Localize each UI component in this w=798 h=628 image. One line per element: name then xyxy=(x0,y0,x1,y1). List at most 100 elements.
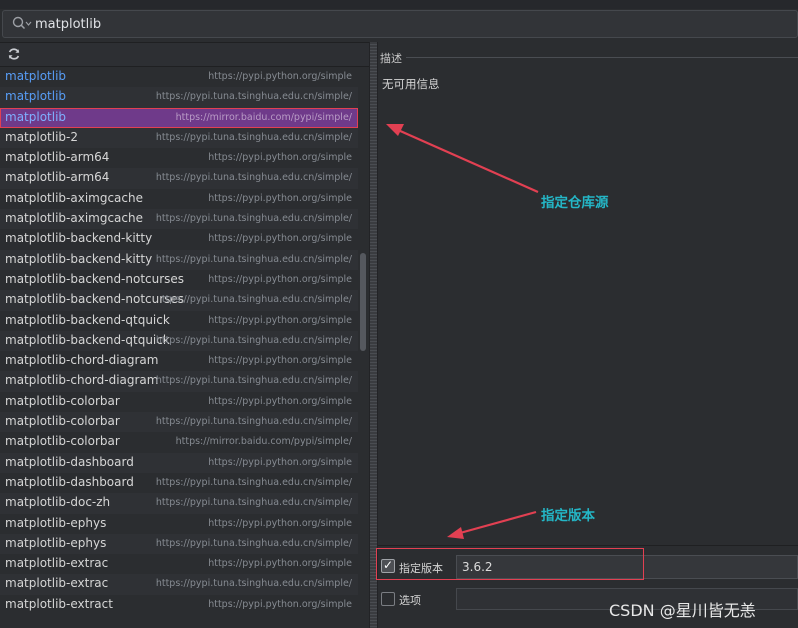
package-row[interactable]: matplotlib https://pypi.python.org/simple xyxy=(0,67,358,87)
package-name: matplotlib-arm64 xyxy=(5,170,110,185)
package-source-url: https://pypi.tuna.tsinghua.edu.cn/simple… xyxy=(155,91,352,103)
package-name: matplotlib xyxy=(5,89,67,104)
package-row[interactable]: matplotlib-chord-diagram https://pypi.tun… xyxy=(0,371,358,392)
package-source-url: https://pypi.python.org/simple xyxy=(208,355,352,367)
search-input[interactable] xyxy=(35,15,635,33)
package-name: matplotlib-2 xyxy=(5,129,78,144)
package-row[interactable]: matplotlib https://pypi.tuna.tsinghua.edu… xyxy=(0,87,358,108)
package-name: matplotlib-backend-notcurses xyxy=(5,292,185,307)
package-source-url: https://pypi.tuna.tsinghua.edu.cn/simple… xyxy=(155,497,352,509)
package-source-url: https://pypi.tuna.tsinghua.edu.cn/simple… xyxy=(155,172,352,184)
package-source-url: https://pypi.tuna.tsinghua.edu.cn/simple… xyxy=(155,334,352,346)
version-annotation-label: 指定版本 xyxy=(541,508,595,524)
package-row[interactable]: matplotlib-doc-zh https://pypi.tuna.tsing… xyxy=(0,493,358,514)
package-source-url: https://pypi.tuna.tsinghua.edu.cn/simple… xyxy=(155,416,352,428)
package-name: matplotlib xyxy=(5,69,67,83)
options-label: 选项 xyxy=(399,594,421,607)
package-row[interactable]: matplotlib-ephys https://pypi.python.org/… xyxy=(0,514,358,534)
package-source-url: https://pypi.tuna.tsinghua.edu.cn/simple… xyxy=(155,537,352,549)
package-row[interactable]: matplotlib-colorbar https://pypi.tuna.tsi… xyxy=(0,412,358,433)
package-source-url: https://pypi.python.org/simple xyxy=(208,456,352,468)
package-source-url: https://pypi.python.org/simple xyxy=(208,273,352,285)
package-row[interactable]: matplotlib-ephys https://pypi.tuna.tsingh… xyxy=(0,533,358,555)
package-row[interactable]: matplotlib-colorbar https://mirror.baidu.… xyxy=(0,432,358,452)
package-name: matplotlib-aximgcache xyxy=(5,190,143,205)
package-name: matplotlib-colorbar xyxy=(5,393,120,408)
package-source-url: https://pypi.tuna.tsinghua.edu.cn/simple… xyxy=(155,213,352,225)
package-row[interactable]: matplotlib-backend-qtquick https://pypi.t… xyxy=(0,330,358,352)
refresh-icon[interactable] xyxy=(7,47,21,61)
package-name: matplotlib-backend-kitty xyxy=(5,231,153,246)
package-source-url: ttps://pypi.tuna.tsinghua.edu.cn/simple/ xyxy=(161,294,352,306)
package-row[interactable]: matplotlib-arm64 https://pypi.python.org/… xyxy=(0,148,358,168)
package-row[interactable]: matplotlib-aximgcache https://pypi.python… xyxy=(0,189,358,209)
details-pane: 描述 无可用信息 ✓ 指定版本 3.6.2 选项 xyxy=(378,42,798,628)
description-heading: 描述 xyxy=(380,52,402,65)
pane-splitter[interactable] xyxy=(369,42,378,628)
package-name: matplotlib-colorbar xyxy=(5,414,120,429)
top-strip xyxy=(0,0,798,9)
package-source-url: https://pypi.python.org/simple xyxy=(208,314,352,326)
package-name: matplotlib-backend-kitty xyxy=(5,251,153,266)
package-name: matplotlib-doc-zh xyxy=(5,495,111,510)
description-text: 无可用信息 xyxy=(382,77,440,91)
package-name: matplotlib-colorbar xyxy=(5,434,120,449)
package-row[interactable]: matplotlib-aximgcache https://pypi.tuna.t… xyxy=(0,209,358,230)
package-name: matplotlib-extract xyxy=(5,596,113,611)
package-source-url: https://pypi.python.org/simple xyxy=(208,152,352,164)
package-row[interactable]: matplotlib-extrac https://pypi.tuna.tsing… xyxy=(0,574,358,595)
package-row[interactable]: matplotlib-extract https://pypi.python.or… xyxy=(0,595,358,615)
package-row[interactable]: matplotlib-colorbar https://pypi.python.o… xyxy=(0,392,358,412)
package-row[interactable]: matplotlib-backend-kitty https://pypi.tun… xyxy=(0,249,358,270)
package-source-url: https://pypi.python.org/simple xyxy=(208,598,352,610)
package-row[interactable]: matplotlib-arm64 https://pypi.tuna.tsingh… xyxy=(0,168,358,189)
package-name: matplotlib-chord-diagram xyxy=(5,353,159,368)
watermark: CSDN @星川皆无恙 xyxy=(609,601,756,620)
package-source-url: https://pypi.tuna.tsinghua.edu.cn/simple… xyxy=(155,253,352,265)
package-source-url: https://pypi.python.org/simple xyxy=(208,192,352,204)
package-name: matplotlib-dashboard xyxy=(5,454,134,469)
package-source-url: https://pypi.python.org/simple xyxy=(208,517,352,529)
package-source-url: https://mirror.baidu.com/pypi/simple/ xyxy=(175,111,352,123)
package-row[interactable]: matplotlib-chord-diagram https://pypi.pyt… xyxy=(0,351,358,371)
package-name: matplotlib-extrac xyxy=(5,556,109,571)
package-row[interactable]: matplotlib-extrac https://pypi.python.org… xyxy=(0,554,358,574)
package-name: matplotlib-arm64 xyxy=(5,150,110,165)
package-name: matplotlib-backend-notcurses xyxy=(5,271,185,286)
package-row[interactable]: matplotlib-backend-notcurses ttps://pypi.… xyxy=(0,290,358,311)
package-row[interactable]: matplotlib-backend-kitty https://pypi.pyt… xyxy=(0,229,358,249)
package-row[interactable]: matplotlib-2 https://pypi.tuna.tsinghua.e… xyxy=(0,127,358,149)
package-name: matplotlib-backend-qtquick xyxy=(5,312,170,327)
package-name: matplotlib-ephys xyxy=(5,535,107,550)
search-bar[interactable] xyxy=(2,10,798,38)
package-source-url: https://mirror.baidu.com/pypi/simple/ xyxy=(175,436,352,448)
description-divider xyxy=(406,57,798,58)
package-source-url: https://pypi.tuna.tsinghua.edu.cn/simple… xyxy=(155,578,352,590)
package-name: matplotlib-extrac xyxy=(5,576,109,591)
package-source-url: https://pypi.python.org/simple xyxy=(208,233,352,245)
package-list: matplotlib https://pypi.python.org/simple… xyxy=(0,67,370,628)
package-name: matplotlib-aximgcache xyxy=(5,211,143,226)
options-checkbox[interactable] xyxy=(381,592,395,606)
list-toolbar xyxy=(0,43,370,67)
options-divider xyxy=(378,545,798,546)
version-highlight-box xyxy=(376,548,644,580)
package-row[interactable]: matplotlib-dashboard https://pypi.tuna.ts… xyxy=(0,473,358,493)
package-row[interactable]: matplotlib-backend-qtquick https://pypi.p… xyxy=(0,311,358,331)
package-source-url: https://pypi.python.org/simple xyxy=(208,71,352,82)
package-row[interactable]: matplotlib-dashboard https://pypi.python.… xyxy=(0,452,358,473)
repo-annotation-label: 指定仓库源 xyxy=(541,195,609,211)
package-source-url: https://pypi.tuna.tsinghua.edu.cn/simple… xyxy=(155,476,352,488)
package-source-url: https://pypi.tuna.tsinghua.edu.cn/simple… xyxy=(155,131,352,143)
package-name: matplotlib xyxy=(5,109,67,124)
package-row[interactable]: matplotlib-backend-notcurses https://pypi… xyxy=(0,270,358,290)
package-list-pane: matplotlib https://pypi.python.org/simple… xyxy=(0,42,370,628)
package-source-url: https://pypi.python.org/simple xyxy=(208,395,352,407)
search-icon[interactable] xyxy=(11,15,33,33)
list-scrollbar[interactable] xyxy=(360,253,366,351)
package-source-url: https://pypi.tuna.tsinghua.edu.cn/simple… xyxy=(155,375,352,387)
package-row[interactable]: matplotlib https://mirror.baidu.com/pypi/… xyxy=(0,107,358,128)
package-name: matplotlib-ephys xyxy=(5,515,107,530)
package-name: matplotlib-chord-diagram xyxy=(5,373,159,388)
package-name: matplotlib-backend-qtquick xyxy=(5,332,170,347)
